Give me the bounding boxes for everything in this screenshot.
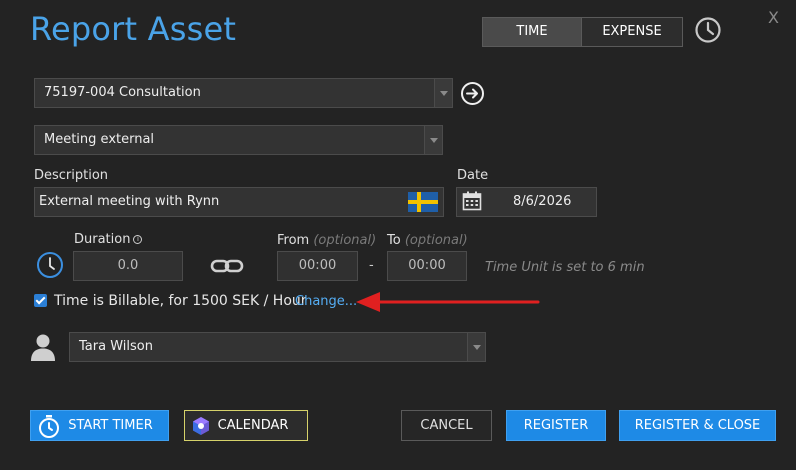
calendar-icon[interactable] (462, 191, 482, 211)
project-select-value: 75197-004 Consultation (44, 85, 201, 100)
from-time-input[interactable]: 00:00 (277, 251, 358, 281)
duration-input[interactable]: 0.0 (73, 251, 183, 281)
billable-text: Time is Billable, for 1500 SEK / Hour (54, 293, 307, 309)
time-unit-hint: Time Unit is set to 6 min (485, 260, 645, 275)
chevron-down-icon (467, 333, 485, 361)
description-label: Description (34, 168, 109, 183)
from-label: From (277, 233, 310, 248)
swedish-flag-icon[interactable] (408, 192, 438, 212)
annotation-arrow-icon (356, 292, 540, 312)
from-label-row: From (optional) (277, 233, 376, 248)
register-close-button[interactable]: REGISTER & CLOSE (619, 410, 776, 441)
expense-tab[interactable]: EXPENSE (582, 17, 683, 47)
calendar-label: CALENDAR (217, 418, 289, 433)
to-optional-label: (optional) (404, 233, 468, 248)
link-icon[interactable] (210, 258, 244, 274)
to-label: To (387, 233, 401, 248)
date-label: Date (457, 168, 489, 183)
cancel-button[interactable]: CANCEL (401, 410, 492, 441)
user-select-value: Tara Wilson (79, 339, 153, 354)
stopwatch-icon[interactable] (36, 251, 64, 279)
clock-history-icon[interactable] (694, 16, 722, 44)
duration-label: Duration (74, 232, 131, 247)
user-icon (31, 334, 55, 361)
billable-checkbox[interactable] (34, 294, 47, 307)
time-range-dash: - (369, 258, 374, 273)
go-to-project-icon[interactable] (460, 81, 485, 106)
from-optional-label: (optional) (313, 233, 377, 248)
activity-select-value: Meeting external (44, 132, 155, 147)
chevron-down-icon (424, 126, 442, 154)
mode-toggle: TIME EXPENSE (482, 17, 683, 47)
info-icon[interactable]: i (133, 235, 143, 244)
page-title: Report Asset (30, 10, 237, 48)
stopwatch-icon (39, 415, 59, 438)
activity-select[interactable]: Meeting external (34, 125, 443, 155)
time-tab[interactable]: TIME (482, 17, 582, 47)
duration-label-row: Duration i (74, 232, 143, 247)
close-button[interactable]: X (768, 8, 779, 27)
chevron-down-icon (434, 79, 452, 107)
start-timer-button[interactable]: START TIMER (30, 410, 169, 441)
user-select[interactable]: Tara Wilson (69, 332, 486, 362)
register-button[interactable]: REGISTER (506, 410, 606, 441)
description-input[interactable]: External meeting with Rynn (34, 187, 444, 217)
start-timer-label: START TIMER (68, 418, 153, 433)
calendar-app-icon (193, 417, 209, 435)
to-label-row: To (optional) (387, 233, 468, 248)
change-rate-link[interactable]: Change... (295, 294, 357, 309)
to-time-input[interactable]: 00:00 (387, 251, 467, 281)
calendar-button[interactable]: CALENDAR (184, 410, 308, 441)
project-select[interactable]: 75197-004 Consultation (34, 78, 453, 108)
